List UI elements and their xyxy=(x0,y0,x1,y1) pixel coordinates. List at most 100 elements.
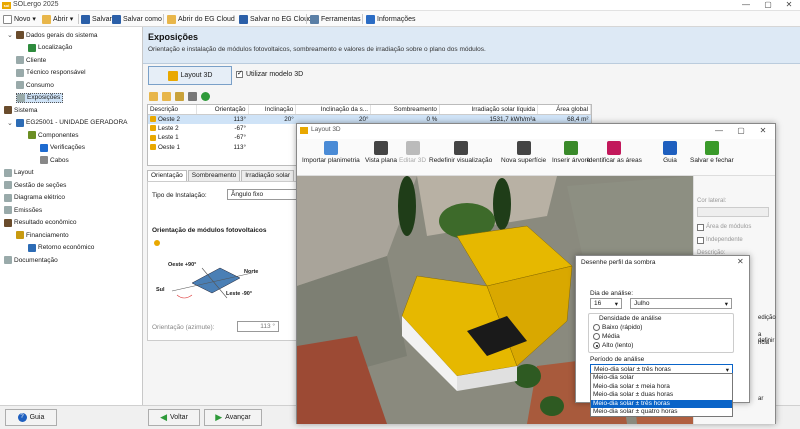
day-select[interactable]: 16 ▾ xyxy=(590,298,622,309)
tree-item[interactable]: Diagrama elétrico xyxy=(4,193,65,203)
tree-item[interactable]: Financiamento xyxy=(16,230,69,240)
ribbon-button[interactable]: Salvar e fechar xyxy=(690,141,734,164)
azimuth-value: 113 ° xyxy=(260,323,275,330)
tree-item[interactable]: ⌄ Resultado econômico xyxy=(0,218,77,228)
tree-item[interactable]: Retorno econômico xyxy=(28,243,94,253)
next-button[interactable]: ▶ Avançar xyxy=(204,409,262,426)
tab-sombreamento[interactable]: Sombreamento xyxy=(187,170,241,181)
tree-item[interactable]: Cabos xyxy=(40,155,69,165)
day-label: Dia de análise: xyxy=(590,290,633,297)
save-button[interactable]: Salvar xyxy=(81,13,112,25)
ribbon-button[interactable]: Redefinir visualização xyxy=(429,141,492,164)
paste-icon[interactable] xyxy=(175,92,184,101)
density-radio[interactable]: Média xyxy=(593,333,642,340)
column-header[interactable]: Inclinação xyxy=(248,105,297,115)
tree-item[interactable]: Exposições xyxy=(16,92,64,103)
use-3d-checkbox[interactable]: Utilizar modelo 3D xyxy=(236,69,303,78)
tree-item[interactable]: Documentação xyxy=(4,255,58,265)
tree-item[interactable]: Localização xyxy=(28,43,72,53)
maximize-icon[interactable]: ▢ xyxy=(757,0,779,11)
ribbon-button[interactable]: Nova superfície xyxy=(501,141,546,164)
tab-orientacao[interactable]: Orientação xyxy=(147,170,187,181)
tree-item[interactable]: ⌄ Dados gerais do sistema xyxy=(7,30,98,40)
guide-button[interactable]: ? Guia xyxy=(5,409,57,426)
period-value: Meio-dia solar ± três horas xyxy=(594,366,671,373)
minimize-icon[interactable]: — xyxy=(735,0,757,11)
new-button[interactable]: Novo ▾ xyxy=(3,13,36,25)
independent-checkbox[interactable]: Independente xyxy=(697,237,743,244)
tree-item[interactable]: Componentes xyxy=(28,130,78,140)
density-radio[interactable]: Alto (lento) xyxy=(593,342,642,349)
expand-icon[interactable]: ⌄ xyxy=(0,219,2,227)
tools-button[interactable]: Ferramentas xyxy=(310,13,361,25)
cell-value: 68,4 m² xyxy=(567,115,589,123)
expand-icon[interactable]: ⌄ xyxy=(0,106,2,114)
tree-item[interactable]: Consumo xyxy=(16,80,54,90)
tree-item[interactable]: ⌄ Sistema xyxy=(0,105,37,115)
close-icon[interactable]: ✕ xyxy=(778,0,800,11)
exposure-icon xyxy=(150,134,156,141)
doc-icon xyxy=(16,68,24,77)
column-header[interactable]: Descrição xyxy=(148,105,198,115)
module-area-checkbox[interactable]: Área de módulos xyxy=(697,224,751,231)
tree-item-label: Dados gerais do sistema xyxy=(26,31,98,39)
tree-item[interactable]: Emissões xyxy=(4,205,42,215)
close-icon[interactable]: ✕ xyxy=(752,126,774,137)
column-header[interactable]: Sombreamento xyxy=(370,105,440,115)
save-as-button[interactable]: Salvar como xyxy=(112,13,162,25)
ribbon-button[interactable]: Guia xyxy=(663,141,677,164)
ribbon-button[interactable]: Inserir árvore xyxy=(552,141,590,164)
ribbon-button[interactable]: Importar planimetria xyxy=(302,141,360,164)
surface-icon xyxy=(516,141,531,155)
ribbon-button[interactable]: Vista plana xyxy=(365,141,397,164)
minimize-icon[interactable]: — xyxy=(708,126,730,137)
open-cloud-button[interactable]: Abrir do EG Cloud xyxy=(167,13,235,25)
info-button[interactable]: Informações xyxy=(366,13,416,25)
tree-item[interactable]: Técnico responsável xyxy=(16,68,86,78)
period-option[interactable]: Meio-dia solar ± três horas xyxy=(591,399,732,408)
close-icon[interactable]: ✕ xyxy=(737,257,744,266)
install-type-select[interactable]: Ângulo fixo xyxy=(227,189,299,200)
back-arrow-icon: ◀ xyxy=(160,412,167,422)
layout3d-button[interactable]: Layout 3D xyxy=(148,66,232,85)
column-header[interactable]: Inclinação da s... xyxy=(295,105,372,115)
tree-item-label: Documentação xyxy=(14,256,58,264)
tree-item[interactable]: ⌄ EG25001 - UNIDADE GERADORA xyxy=(7,118,128,128)
expand-icon[interactable]: ⌄ xyxy=(7,31,14,39)
copy-icon[interactable] xyxy=(162,92,171,101)
month-select[interactable]: Julho ▾ xyxy=(630,298,732,309)
tree-item[interactable]: Cliente xyxy=(16,55,46,65)
exposure-icon xyxy=(150,125,156,132)
panel-shape xyxy=(191,267,241,294)
azimuth-input[interactable]: 113 ° xyxy=(237,321,279,332)
ribbon-button[interactable]: Editar 3D xyxy=(399,141,426,164)
tree-item-label: Emissões xyxy=(14,206,43,214)
column-header[interactable]: Irradiação solar líquida xyxy=(439,105,539,115)
tree-item[interactable]: Verificações xyxy=(40,143,85,153)
tree-item[interactable]: Layout xyxy=(4,168,34,178)
open-button[interactable]: Abrir ▾ xyxy=(42,13,73,25)
maximize-icon[interactable]: ▢ xyxy=(730,126,752,137)
back-button[interactable]: ◀ Voltar xyxy=(148,409,200,426)
period-option[interactable]: Meio-dia solar ± duas horas xyxy=(591,391,732,400)
ribbon-button[interactable]: Identificar as áreas xyxy=(587,141,642,164)
tree-item[interactable]: Gestão de seções xyxy=(4,180,66,190)
cell-value: 1531,7 kWh/m²a xyxy=(489,115,536,123)
tab-irradiacao[interactable]: Irradiação solar xyxy=(241,170,295,181)
period-option[interactable]: Meio-dia solar xyxy=(591,374,732,383)
period-option[interactable]: Meio-dia solar ± meia hora xyxy=(591,383,732,392)
density-radio[interactable]: Baixo (rápido) xyxy=(593,324,642,331)
column-header[interactable]: Área global xyxy=(537,105,591,115)
folder-open-icon[interactable] xyxy=(149,92,158,101)
refresh-icon[interactable] xyxy=(188,92,197,101)
layout3d-title: Layout 3D xyxy=(311,126,341,133)
next-arrow-icon: ▶ xyxy=(215,412,223,422)
column-header[interactable]: Orientação xyxy=(196,105,249,115)
validate-icon[interactable] xyxy=(201,92,210,101)
table-cell: 113° xyxy=(196,114,248,124)
expand-icon[interactable]: ⌄ xyxy=(7,119,14,127)
period-option[interactable]: Meio-dia solar ± quatro horas xyxy=(591,408,732,417)
save-cloud-button[interactable]: Salvar no EG Cloud xyxy=(239,13,312,25)
tree-item-label: Exposições xyxy=(27,94,61,101)
lateral-color-field[interactable] xyxy=(697,207,769,217)
